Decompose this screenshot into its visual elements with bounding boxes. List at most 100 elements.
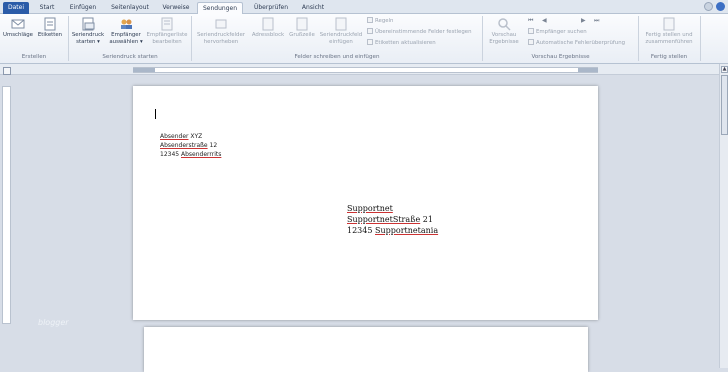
tab-selector-button[interactable] xyxy=(3,67,11,75)
sender-zip: 12345 xyxy=(160,151,181,158)
scroll-thumb[interactable] xyxy=(721,75,728,135)
greeting-line-icon xyxy=(295,17,309,31)
sender-name-suffix: XYZ xyxy=(188,133,203,140)
sender-street-no: 12 xyxy=(207,142,218,149)
hervorheben-label-2: hervorheben xyxy=(203,38,239,45)
vertical-ruler[interactable] xyxy=(2,86,11,324)
fertig-stellen-button[interactable]: Fertig stellen und zusammenführen xyxy=(640,17,698,45)
regeln-label: Regeln xyxy=(375,18,394,24)
text-cursor xyxy=(155,109,156,119)
first-record-icon[interactable]: ⏮ xyxy=(528,17,533,25)
recipients-icon xyxy=(119,17,133,31)
fertig-label-1: Fertig stellen und xyxy=(645,32,693,38)
regeln-button[interactable]: Regeln xyxy=(367,17,393,25)
recipient-name: Supportnet xyxy=(347,204,393,213)
vorschau-label-2: Ergebnisse xyxy=(489,38,519,45)
finish-merge-icon xyxy=(662,17,676,31)
recipient-city: Supportnetania xyxy=(375,226,439,235)
vertical-scrollbar[interactable]: ▲ xyxy=(719,64,728,368)
uebereinst-label: Übereinstimmende Felder festlegen xyxy=(375,29,472,35)
felder-festlegen-button[interactable]: Übereinstimmende Felder festlegen xyxy=(367,28,472,36)
grusszeile-label: Grußzeile xyxy=(289,32,315,38)
empfaenger-label-1: Empfänger xyxy=(111,32,141,38)
group-label-seriendruck: Seriendruck starten xyxy=(102,54,158,60)
grusszeile-button[interactable]: Grußzeile xyxy=(287,17,317,39)
previous-record-icon[interactable]: ◀ xyxy=(542,17,547,24)
empfaenger-label-2: auswählen ▾ xyxy=(109,38,143,45)
rules-icon xyxy=(367,17,373,23)
document-page[interactable]: Absender XYZ Absenderstraße 12 12345 Abs… xyxy=(133,86,598,320)
preview-icon xyxy=(497,17,511,31)
fertig-label-2: zusammenführen xyxy=(645,38,693,45)
find-recipient-icon xyxy=(528,28,534,34)
tab-verweise[interactable]: Verweise xyxy=(158,2,194,14)
group-label-vorschau: Vorschau Ergebnisse xyxy=(531,54,590,60)
empfaenger-suchen-button[interactable]: Empfänger suchen xyxy=(528,28,587,36)
insert-field-icon xyxy=(334,17,348,31)
etikett-akt-label: Etiketten aktualisieren xyxy=(375,40,436,46)
auto-pruef-label: Automatische Fehlerüberprüfung xyxy=(536,40,626,46)
tab-einfuegen[interactable]: Einfügen xyxy=(64,2,102,14)
empfliste-label-1: Empfängerliste xyxy=(146,32,188,38)
check-errors-icon xyxy=(528,39,534,45)
next-record-icon[interactable]: ▶ xyxy=(581,17,586,24)
help-icon[interactable] xyxy=(716,2,725,11)
sender-address: Absender XYZ Absenderstraße 12 12345 Abs… xyxy=(160,132,221,159)
horizontal-ruler[interactable] xyxy=(0,64,728,75)
watermark: blogger xyxy=(38,318,69,327)
recipient-zip: 12345 xyxy=(347,226,375,235)
group-label-erstellen: Erstellen xyxy=(21,54,47,60)
match-fields-icon xyxy=(367,28,373,34)
tab-sendungen[interactable]: Sendungen xyxy=(197,2,243,14)
seriendruck-label-2: starten ▾ xyxy=(76,38,100,45)
scroll-up-icon[interactable]: ▲ xyxy=(721,66,728,73)
last-record-icon[interactable]: ⏭ xyxy=(594,17,599,25)
empfliste-label-2: bearbeiten xyxy=(152,38,182,45)
ribbon-tab-bar: Datei Start Einfügen Seitenlayout Verwei… xyxy=(0,0,728,14)
label-icon xyxy=(43,17,57,31)
recipient-street: SupportnetStraße xyxy=(347,215,421,224)
tab-ueberpruefen[interactable]: Überprüfen xyxy=(249,2,293,14)
mail-merge-icon xyxy=(81,17,95,31)
recipient-street-no: 21 xyxy=(420,215,433,224)
sender-name: Absender xyxy=(160,133,189,140)
hervorheben-label-1: Seriendruckfelder xyxy=(197,32,245,38)
tab-ansicht[interactable]: Ansicht xyxy=(296,2,330,14)
adressblock-label: Adressblock xyxy=(251,32,285,38)
etiketten-label: Etiketten xyxy=(37,32,63,38)
seriendruck-label-1: Seriendruck xyxy=(71,32,105,38)
umschlaege-button[interactable]: Umschläge xyxy=(3,17,33,39)
ruler-left-margin xyxy=(133,68,155,72)
recipient-address: Supportnet SupportnetStraße 21 12345 Sup… xyxy=(347,203,438,236)
feld-label-1: Seriendruckfeld xyxy=(319,32,363,38)
document-page-2[interactable] xyxy=(144,327,588,372)
edit-list-icon xyxy=(160,17,174,31)
ruler-scale xyxy=(133,67,598,73)
fehlerpruefung-button[interactable]: Automatische Fehlerüberprüfung xyxy=(528,39,625,47)
sender-city: Absenderrrits xyxy=(181,151,222,158)
ruler-right-margin xyxy=(578,68,598,72)
etiketten-button[interactable]: Etiketten xyxy=(35,17,65,39)
tab-seitenlayout[interactable]: Seitenlayout xyxy=(107,2,153,14)
tab-datei[interactable]: Datei xyxy=(3,2,29,14)
seriendruckfelder-hervorheben-button[interactable]: Seriendruckfelder hervorheben xyxy=(193,17,249,45)
minimize-ribbon-icon[interactable] xyxy=(704,2,713,11)
adressblock-button[interactable]: Adressblock xyxy=(250,17,286,39)
highlight-fields-icon xyxy=(214,17,228,31)
tab-start[interactable]: Start xyxy=(34,2,60,14)
seriendruckfeld-einfuegen-button[interactable]: Seriendruckfeld einfügen xyxy=(318,17,364,45)
etiketten-aktualisieren-button[interactable]: Etiketten aktualisieren xyxy=(367,39,436,47)
umschlaege-label: Umschläge xyxy=(3,32,33,38)
envelope-icon xyxy=(11,17,25,31)
group-separator xyxy=(700,16,701,61)
empfaenger-auswaehlen-button[interactable]: Empfänger auswählen ▾ xyxy=(107,17,145,45)
group-label-felder: Felder schreiben und einfügen xyxy=(294,54,380,60)
empf-suchen-label: Empfänger suchen xyxy=(536,29,587,35)
update-labels-icon xyxy=(367,39,373,45)
seriendruck-starten-button[interactable]: Seriendruck starten ▾ xyxy=(70,17,106,45)
vorschau-ergebnisse-button[interactable]: Vorschau Ergebnisse xyxy=(485,17,523,45)
group-label-fertig: Fertig stellen xyxy=(650,54,688,60)
empfaengerliste-bearbeiten-button[interactable]: Empfängerliste bearbeiten xyxy=(146,17,188,45)
ribbon-sendungen: Umschläge Etiketten Erstellen Seriendruc… xyxy=(0,14,728,64)
feld-label-2: einfügen xyxy=(329,38,353,45)
